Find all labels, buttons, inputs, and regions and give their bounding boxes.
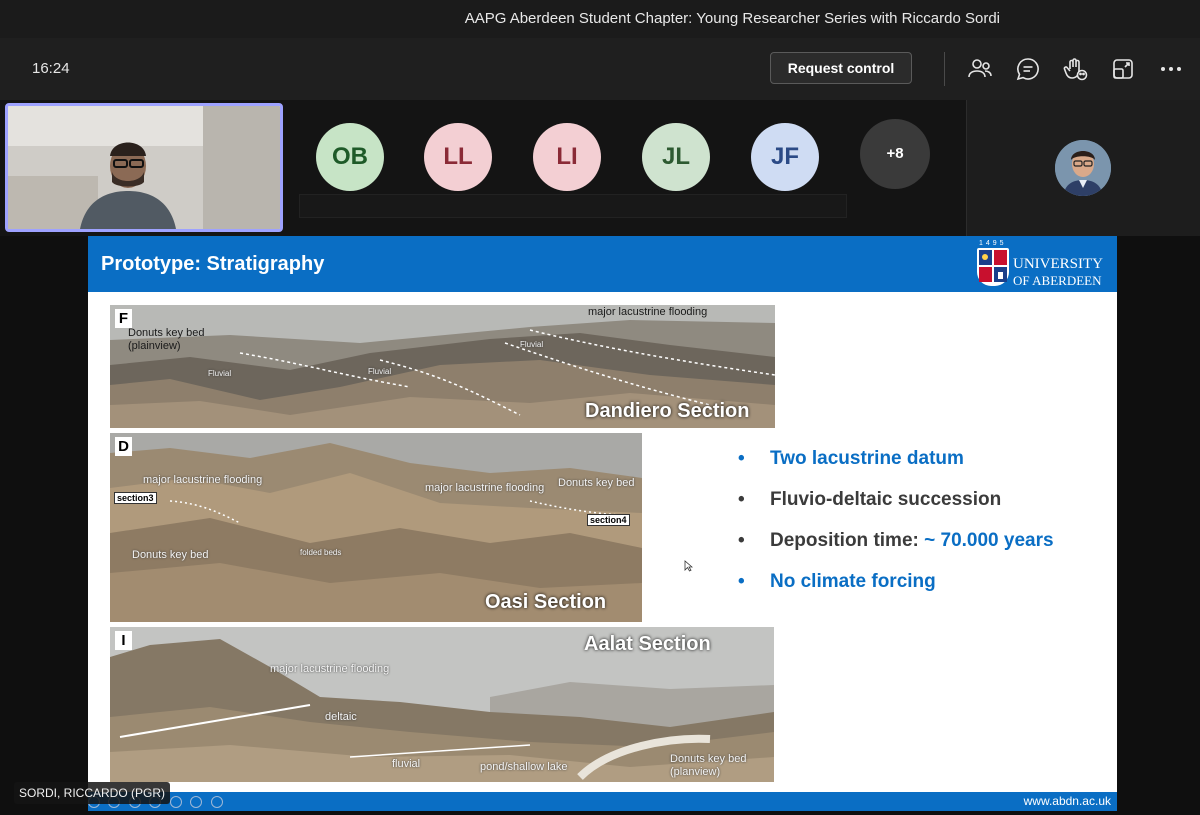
- presenter-video-feed: [8, 106, 280, 229]
- bullet-dot: •: [738, 448, 745, 469]
- bullet-dot: •: [738, 489, 745, 510]
- photo-panel-aalat: I Aalat Section major lacustrine floodin…: [110, 627, 774, 782]
- logo-line-aberdeen: OF ABERDEEN: [1013, 273, 1102, 288]
- label-major-lacustrine-flooding: major lacustrine flooding: [588, 306, 708, 318]
- label-pond-shallow-lake: pond/shallow lake: [480, 761, 568, 773]
- label-donuts-key-bed: Donuts key bed: [670, 753, 747, 765]
- more-icon[interactable]: [210, 796, 223, 808]
- bullet-text: Two lacustrine datum: [770, 448, 964, 469]
- participant-avatar[interactable]: OB: [316, 123, 384, 191]
- university-logo: 1495 UNIVERSITY OF ABERDEEN: [977, 240, 1112, 290]
- section-name-oasi: Oasi Section: [485, 591, 607, 613]
- university-crest-icon: [977, 248, 1009, 286]
- shared-slide: Prototype: Stratigraphy 1495 UNIVERSITY …: [88, 236, 1117, 811]
- label-fluvial: Fluvial: [368, 367, 392, 376]
- more-options-icon[interactable]: [1158, 56, 1184, 82]
- slide-title: Prototype: Stratigraphy: [101, 253, 325, 275]
- bullet-dot: •: [738, 530, 745, 551]
- label-section3: section3: [114, 492, 157, 504]
- label-folded-beds: folded beds: [300, 548, 342, 557]
- bullet-text: Deposition time: ~ 70.000 years: [770, 530, 1054, 552]
- chat-icon[interactable]: [1015, 56, 1041, 82]
- panel-letter: F: [115, 309, 132, 328]
- avatar-initials: JF: [770, 143, 799, 170]
- label-plainview: (plainview): [128, 340, 181, 352]
- meeting-toolbar: 16:24 Request control: [0, 38, 1200, 124]
- self-avatar-photo: [1055, 140, 1111, 196]
- label-major-lacustrine-flooding: major lacustrine flooding: [143, 474, 263, 486]
- panel-letter: I: [115, 631, 132, 650]
- label-section4: section4: [587, 514, 630, 526]
- slide-header: Prototype: Stratigraphy 1495 UNIVERSITY …: [88, 236, 1117, 292]
- label-donuts-key-bed: Donuts key bed: [128, 327, 205, 339]
- label-major-lacustrine-flooding: major lacustrine flooding: [270, 663, 390, 675]
- request-control-button[interactable]: Request control: [770, 52, 912, 84]
- label-deltaic: deltaic: [325, 711, 357, 723]
- mouse-cursor-icon: [684, 559, 694, 577]
- presenter-name-label: SORDI, RICCARDO (PGR): [14, 782, 171, 804]
- participant-avatar[interactable]: JF: [751, 123, 819, 191]
- window-titlebar: AAPG Aberdeen Student Chapter: Young Res…: [0, 0, 1200, 38]
- label-major-lacustrine-flooding: major lacustrine flooding: [425, 482, 545, 494]
- strip-placeholder: [299, 194, 847, 218]
- self-avatar[interactable]: [1055, 140, 1111, 196]
- avatar-initials: LL: [443, 143, 473, 170]
- participant-avatar[interactable]: LL: [424, 123, 492, 191]
- participant-avatar[interactable]: JL: [642, 123, 710, 191]
- bullet-text: Fluvio-deltaic succession: [770, 489, 1002, 510]
- label-planview: (planview): [670, 766, 721, 778]
- participant-avatar[interactable]: LI: [533, 123, 601, 191]
- toolbar-divider: [944, 52, 945, 86]
- label-donuts-key-bed: Donuts key bed: [132, 549, 209, 561]
- logo-year: 1495: [979, 240, 1007, 247]
- subtitles-icon[interactable]: [190, 796, 203, 808]
- slide-footer: www.abdn.ac.uk: [88, 792, 1117, 811]
- meeting-timer: 16:24: [32, 60, 70, 77]
- bullet-text-part: Deposition time:: [770, 530, 925, 551]
- label-fluvial: Fluvial: [520, 340, 544, 349]
- label-fluvial: Fluvial: [208, 369, 232, 378]
- bullet-text: No climate forcing: [770, 571, 936, 592]
- more-participants-button[interactable]: +8: [860, 119, 930, 189]
- zoom-icon[interactable]: [169, 796, 182, 808]
- section-name-dandiero: Dandiero Section: [585, 400, 750, 422]
- presenter-video-tile[interactable]: [5, 103, 283, 232]
- footer-url: www.abdn.ac.uk: [1023, 794, 1111, 808]
- bullet-text-highlight: ~ 70.000 years: [924, 530, 1054, 551]
- photo-panel-dandiero: F Donuts key bed (plainview) major lacus…: [110, 305, 775, 428]
- section-name-aalat: Aalat Section: [584, 633, 711, 655]
- avatar-initials: OB: [332, 143, 368, 170]
- label-fluvial: fluvial: [392, 758, 421, 770]
- avatar-initials: LI: [556, 143, 578, 170]
- share-tray-icon[interactable]: [1110, 56, 1136, 82]
- logo-line-university: UNIVERSITY: [1013, 256, 1103, 272]
- avatar-initials: JL: [661, 143, 690, 170]
- people-icon[interactable]: [967, 56, 993, 82]
- meeting-title: AAPG Aberdeen Student Chapter: Young Res…: [464, 10, 1000, 27]
- panel-letter: D: [115, 437, 132, 456]
- bullet-dot: •: [738, 571, 745, 592]
- photo-panel-oasi: D major lacustrine flooding major lacust…: [110, 433, 642, 622]
- reactions-icon[interactable]: [1062, 56, 1088, 82]
- label-donuts-key-bed: Donuts key bed: [558, 477, 635, 489]
